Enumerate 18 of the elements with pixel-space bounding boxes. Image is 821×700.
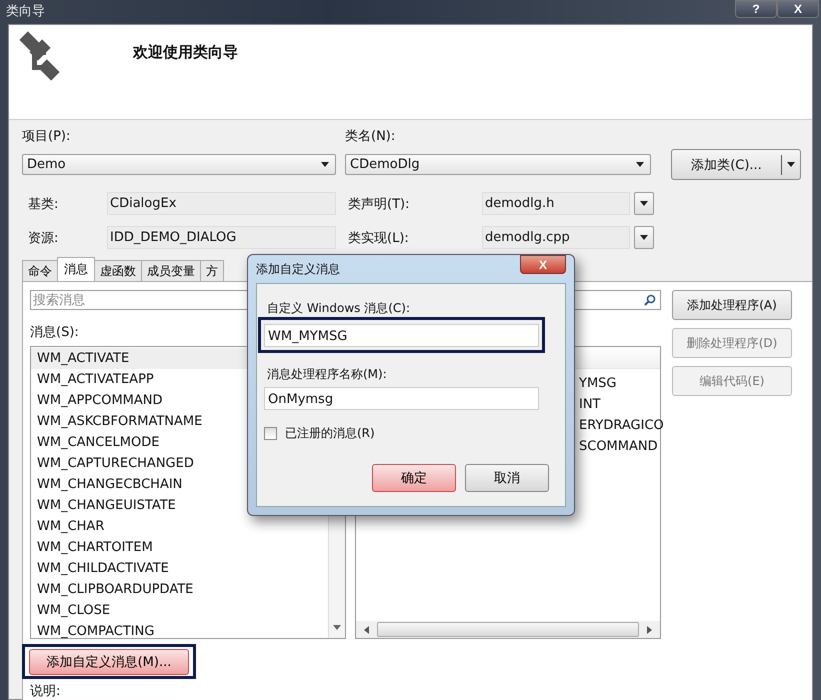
field-label: 自定义 Windows 消息(C): bbox=[267, 300, 411, 317]
field-label: 类名(N): bbox=[345, 128, 396, 145]
declaration-field: demodlg.h bbox=[482, 192, 630, 215]
checkbox-label: 已注册的消息(R) bbox=[285, 425, 375, 442]
welcome-heading: 欢迎使用类向导 bbox=[133, 43, 238, 62]
field-label: 资源: bbox=[27, 230, 60, 246]
field-label: 类声明(T): bbox=[347, 196, 410, 212]
dialog-title: 添加自定义消息 bbox=[256, 261, 340, 278]
field-label: 类实现(L): bbox=[347, 230, 410, 246]
field-label: 项目(P): bbox=[22, 128, 72, 145]
base-class-field: CDialogEx bbox=[107, 192, 336, 215]
messages-label: 消息(S): bbox=[30, 324, 79, 341]
resource-field: IDD_DEMO_DIALOG bbox=[107, 226, 336, 249]
implementation-field: demodlg.cpp bbox=[482, 226, 630, 249]
field-label: 消息处理程序名称(M): bbox=[267, 366, 388, 383]
description-label: 说明: bbox=[30, 683, 60, 700]
field-label: 基类: bbox=[27, 196, 60, 212]
window-title: 类向导 bbox=[5, 3, 46, 21]
